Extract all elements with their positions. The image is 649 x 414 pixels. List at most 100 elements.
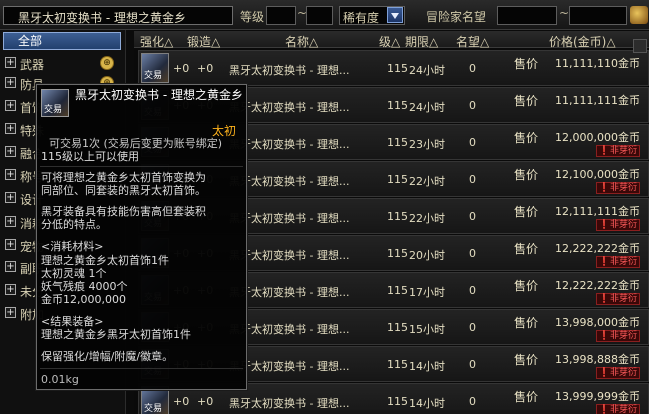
price-amount: 13,998,888 xyxy=(555,353,618,366)
price-amount: 13,999,999 xyxy=(555,390,618,403)
non-bound-badge: ❗非芽衍 xyxy=(595,404,640,414)
currency-label: 金币 xyxy=(618,168,640,181)
currency-label: 金币 xyxy=(618,242,640,255)
expand-plus-icon: + xyxy=(5,192,16,203)
search-input[interactable]: 黑牙太初变换书 - 理想之黄金乡 xyxy=(3,6,233,25)
tooltip-divider xyxy=(40,368,243,369)
item-level: 115 xyxy=(387,99,408,112)
currency-label: 金币 xyxy=(618,131,640,144)
price-amount: 11,111,111 xyxy=(555,94,618,107)
item-fame: 0 xyxy=(469,247,476,260)
item-period: 24小时 xyxy=(409,101,445,114)
tooltip-material-4: 金币12,000,000 xyxy=(41,293,126,306)
price-label: 售价 xyxy=(514,131,539,145)
currency-label: 金币 xyxy=(618,205,640,218)
level-max-input[interactable] xyxy=(306,6,333,25)
tradable-tag: 交易 xyxy=(144,71,163,81)
category-label: 武器 xyxy=(20,58,45,72)
item-name: 黑牙太初变换书 - 理想... xyxy=(229,101,350,114)
item-level: 115 xyxy=(387,284,408,297)
item-name: 黑牙太初变换书 - 理想... xyxy=(229,175,350,188)
item-level: 115 xyxy=(387,173,408,186)
item-level: 115 xyxy=(387,247,408,260)
header-name[interactable]: 名称△ xyxy=(285,33,318,50)
price-value: 12,222,222金币 xyxy=(555,277,640,293)
table-header: 强化△ 锻造△ 名称△ 级△ 期限△ 名望△ 价格(金币)△ xyxy=(134,31,649,50)
price-value: 12,100,000金币 xyxy=(555,166,640,182)
item-name: 黑牙太初变换书 - 理想... xyxy=(229,249,350,262)
price-label: 售价 xyxy=(514,316,539,330)
tooltip-result-title: <结果装备> xyxy=(41,315,104,328)
rarity-dropdown-value: 稀有度 xyxy=(343,11,380,25)
item-icon: 交易 xyxy=(141,53,169,83)
item-name: 黑牙太初变换书 - 理想... xyxy=(229,138,350,151)
expand-plus-icon: + xyxy=(5,307,16,318)
currency-label: 金币 xyxy=(618,57,640,70)
header-lock[interactable]: 锻造△ xyxy=(187,33,220,50)
chevron-down-icon[interactable] xyxy=(387,7,403,23)
price-value: 13,999,999金币 xyxy=(555,388,640,404)
price-label: 售价 xyxy=(514,168,539,182)
price-label: 售价 xyxy=(514,57,539,71)
badge-label: 非芽衍 xyxy=(609,405,637,414)
badge-label: 非芽衍 xyxy=(609,294,637,304)
item-fame: 0 xyxy=(469,173,476,186)
item-fame: 0 xyxy=(469,358,476,371)
header-price[interactable]: 价格(金币)△ xyxy=(549,33,616,50)
item-level: 115 xyxy=(387,321,408,334)
price-value: 12,000,000金币 xyxy=(555,129,640,145)
item-level: 115 xyxy=(387,358,408,371)
fame-min-input[interactable] xyxy=(497,6,557,25)
search-icon[interactable] xyxy=(630,6,648,24)
tooltip-divider xyxy=(40,166,243,167)
badge-label: 非芽衍 xyxy=(609,368,637,378)
price-label: 售价 xyxy=(514,279,539,293)
category-all[interactable]: 全部 xyxy=(3,32,121,50)
item-name: 黑牙太初变换书 - 理想... xyxy=(229,397,350,410)
badge-label: 非芽衍 xyxy=(609,146,637,156)
tooltip-keep-note: 保留强化/增幅/附魔/徽章。 xyxy=(41,350,174,363)
currency-label: 金币 xyxy=(618,94,640,107)
expand-plus-icon: + xyxy=(5,123,16,134)
header-enhance[interactable]: 强化△ xyxy=(140,33,173,50)
magnifier-icon[interactable]: ⊕ xyxy=(100,56,114,70)
item-level: 115 xyxy=(387,210,408,223)
scroll-up-button[interactable] xyxy=(633,39,647,53)
tooltip-weight: 0.01kg xyxy=(41,373,79,386)
category-item[interactable]: + 武器 ⊕ xyxy=(3,54,121,73)
item-fame: 0 xyxy=(469,136,476,149)
header-fame[interactable]: 名望△ xyxy=(456,33,489,50)
price-value: 12,222,222金币 xyxy=(555,240,640,256)
item-fame: 0 xyxy=(469,395,476,408)
tooltip-desc-1: 可将理想之黄金乡太初首饰变换为 xyxy=(41,171,206,184)
header-period[interactable]: 期限△ xyxy=(405,33,438,50)
badge-label: 非芽衍 xyxy=(609,331,637,341)
currency-label: 金币 xyxy=(618,353,640,366)
expand-plus-icon: + xyxy=(5,146,16,157)
price-amount: 12,100,000 xyxy=(555,168,618,181)
non-bound-badge: ❗非芽衍 xyxy=(595,219,640,231)
price-value: 13,998,000金币 xyxy=(555,314,640,330)
enhance-value: +0 xyxy=(173,395,190,408)
tradable-tag: 交易 xyxy=(44,105,63,115)
item-fame: 0 xyxy=(469,62,476,75)
search-input-value: 黑牙太初变换书 - 理想之黄金乡 xyxy=(18,11,186,25)
fame-max-input[interactable] xyxy=(569,6,627,25)
level-min-input[interactable] xyxy=(266,6,296,25)
currency-label: 金币 xyxy=(618,390,640,403)
tooltip-desc-2: 同部位、同套装的黑牙太初首饰。 xyxy=(41,184,206,197)
tooltip-material-1: 理想之黄金乡太初首饰1件 xyxy=(41,254,169,267)
item-fame: 0 xyxy=(469,210,476,223)
enhance-value: +0 xyxy=(173,62,190,75)
item-level: 115 xyxy=(387,62,408,75)
price-value: 12,111,111金币 xyxy=(555,203,640,219)
item-name: 黑牙太初变换书 - 理想... xyxy=(229,286,350,299)
price-amount: 12,000,000 xyxy=(555,131,618,144)
header-level[interactable]: 级△ xyxy=(379,33,400,50)
table-row[interactable]: 交易 +0 +0 黑牙太初变换书 - 理想... 11524小时 0 售价 11,111,11… xyxy=(138,50,649,86)
badge-label: 非芽衍 xyxy=(609,257,637,267)
search-bar: 黑牙太初变换书 - 理想之黄金乡 等级 ~ 稀有度 冒险家名望 ~ xyxy=(0,0,649,30)
price-label: 售价 xyxy=(514,242,539,256)
item-period: 24小时 xyxy=(409,64,445,77)
forge-value: +0 xyxy=(197,395,214,408)
